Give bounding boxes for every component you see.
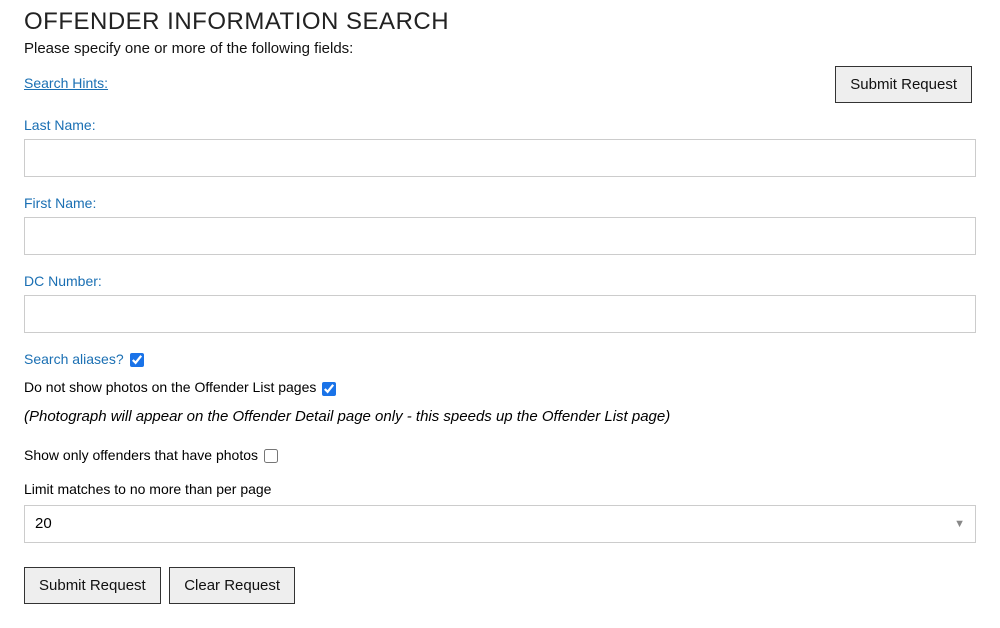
last-name-label: Last Name: [24, 117, 976, 133]
dc-number-label: DC Number: [24, 273, 976, 289]
dc-number-input[interactable] [24, 295, 976, 333]
search-aliases-label: Search aliases? [24, 351, 124, 367]
first-name-input[interactable] [24, 217, 976, 255]
page-title: OFFENDER INFORMATION SEARCH [24, 8, 976, 36]
no-photos-label: Do not show photos on the Offender List … [24, 379, 316, 395]
submit-request-top-button[interactable]: Submit Request [835, 66, 972, 103]
first-name-label: First Name: [24, 195, 976, 211]
search-aliases-checkbox[interactable] [130, 353, 144, 367]
only-photos-checkbox[interactable] [264, 449, 278, 463]
search-hints-link[interactable]: Search Hints: [24, 75, 108, 91]
clear-request-button[interactable]: Clear Request [169, 567, 295, 604]
limit-select-value: 20 [35, 515, 52, 532]
last-name-input[interactable] [24, 139, 976, 177]
page-subtitle: Please specify one or more of the follow… [24, 40, 976, 57]
photo-note: (Photograph will appear on the Offender … [24, 408, 976, 425]
submit-request-button[interactable]: Submit Request [24, 567, 161, 604]
limit-select[interactable]: 20 ▼ [24, 505, 976, 543]
chevron-down-icon: ▼ [954, 518, 965, 530]
no-photos-checkbox[interactable] [322, 382, 336, 396]
only-photos-label: Show only offenders that have photos [24, 447, 258, 463]
limit-label: Limit matches to no more than per page [24, 481, 976, 497]
